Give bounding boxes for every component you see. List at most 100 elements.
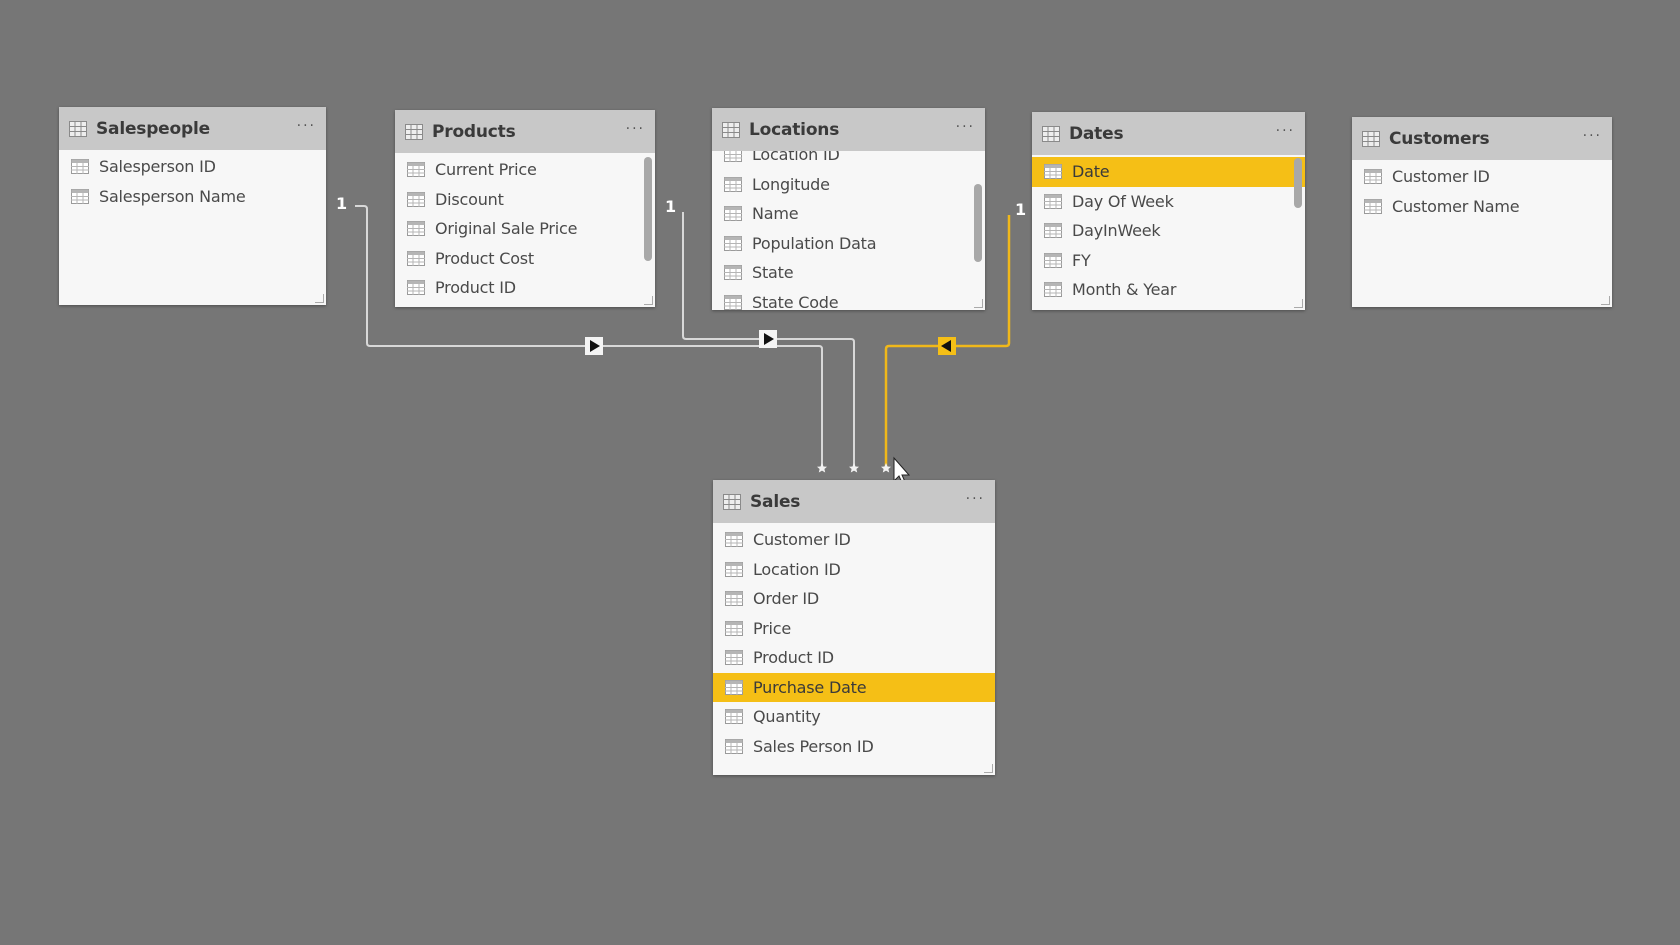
field-name: Salesperson Name [99, 186, 246, 206]
field-item[interactable]: State [712, 258, 985, 288]
table-icon [1042, 126, 1060, 142]
star-icon [817, 463, 827, 473]
table-header[interactable]: Customers ··· [1352, 117, 1612, 160]
field-name: Purchase Date [753, 677, 867, 697]
column-icon [725, 650, 743, 666]
field-item[interactable]: Name [712, 199, 985, 229]
field-item[interactable]: State Code [712, 288, 985, 310]
field-name: Product ID [435, 278, 516, 298]
table-header[interactable]: Products ··· [395, 110, 655, 153]
more-options-icon[interactable]: ··· [1583, 128, 1602, 150]
field-item[interactable]: Product ID [713, 643, 995, 673]
field-item[interactable]: Quantity [713, 702, 995, 732]
field-item[interactable]: DayInWeek [1032, 216, 1305, 246]
field-item[interactable]: Date [1032, 157, 1305, 187]
resize-handle[interactable] [1294, 299, 1303, 308]
field-list: Salesperson ID Salesperson Name [59, 150, 326, 305]
field-name: Location ID [752, 151, 840, 165]
field-item[interactable]: FY [1032, 246, 1305, 276]
table-header[interactable]: Locations ··· [712, 108, 985, 151]
field-name: State Code [752, 292, 839, 310]
field-item[interactable]: Month & Year [1032, 275, 1305, 305]
column-icon [1364, 198, 1382, 214]
table-card-sales[interactable]: Sales ··· Customer ID Location ID Order … [713, 480, 995, 775]
field-list: Customer ID Location ID Order ID Price P… [713, 523, 995, 775]
table-icon [405, 124, 423, 140]
column-icon [407, 280, 425, 296]
field-name: State [752, 263, 794, 283]
scrollbar[interactable] [1294, 158, 1302, 208]
more-options-icon[interactable]: ··· [966, 491, 985, 513]
field-name: DayInWeek [1072, 221, 1161, 241]
more-options-icon[interactable]: ··· [1276, 123, 1295, 145]
field-name: Customer ID [1392, 167, 1490, 187]
table-card-dates[interactable]: Dates ··· Date Day Of Week DayInWeek FY … [1032, 112, 1305, 310]
column-icon [725, 561, 743, 577]
table-icon [69, 121, 87, 137]
field-item[interactable]: Discount [395, 185, 655, 215]
table-card-customers[interactable]: Customers ··· Customer ID Customer Name [1352, 117, 1612, 307]
more-options-icon[interactable]: ··· [297, 118, 316, 140]
table-header[interactable]: Salespeople ··· [59, 107, 326, 150]
field-item[interactable]: Salesperson ID [59, 152, 326, 182]
table-card-products[interactable]: Products ··· Current Price Discount Orig… [395, 110, 655, 307]
field-item[interactable]: Sales Person ID [713, 732, 995, 762]
field-name: Name [752, 204, 799, 224]
table-title: Customers [1389, 128, 1490, 149]
scrollbar[interactable] [644, 157, 652, 261]
star-icon [881, 463, 891, 473]
column-icon [1044, 193, 1062, 209]
field-item[interactable]: Price [713, 614, 995, 644]
column-icon [725, 532, 743, 548]
field-name: Order ID [753, 589, 819, 609]
column-icon [407, 250, 425, 266]
scrollbar[interactable] [974, 184, 982, 262]
field-name: Product Cost [435, 248, 535, 268]
field-name: Quantity [753, 707, 821, 727]
resize-handle[interactable] [984, 764, 993, 773]
table-card-locations[interactable]: Locations ··· Location ID Longitude Name… [712, 108, 985, 310]
field-item[interactable]: Order ID [713, 584, 995, 614]
more-options-icon[interactable]: ··· [626, 121, 645, 143]
field-item[interactable]: Current Price [395, 155, 655, 185]
table-title: Sales [750, 491, 801, 512]
resize-handle[interactable] [315, 294, 324, 303]
field-item[interactable]: Customer ID [1352, 162, 1612, 192]
field-name: Customer Name [1392, 196, 1520, 216]
field-name: Month & Year [1072, 280, 1177, 300]
field-item[interactable]: Customer ID [713, 525, 995, 555]
field-item[interactable]: Day Of Week [1032, 187, 1305, 217]
column-icon [725, 620, 743, 636]
field-item[interactable]: Purchase Date [713, 672, 995, 702]
one-cardinality-label: 1 [1015, 200, 1027, 219]
field-name: Population Data [752, 233, 877, 253]
field-name: Longitude [752, 174, 830, 194]
field-item[interactable]: Salesperson Name [59, 182, 326, 212]
table-icon [1362, 131, 1380, 147]
field-item[interactable]: Original Sale Price [395, 214, 655, 244]
column-icon [1364, 169, 1382, 185]
resize-handle[interactable] [1601, 296, 1610, 305]
field-item[interactable]: Longitude [712, 170, 985, 200]
field-list: Location ID Longitude Name Population Da… [712, 151, 985, 310]
table-header[interactable]: Sales ··· [713, 480, 995, 523]
resize-handle[interactable] [974, 299, 983, 308]
field-item[interactable]: Location ID [712, 151, 985, 170]
table-card-salespeople[interactable]: Salespeople ··· Salesperson ID Salespers… [59, 107, 326, 305]
field-item[interactable]: Location ID [713, 555, 995, 585]
more-options-icon[interactable]: ··· [956, 119, 975, 141]
column-icon [725, 738, 743, 754]
column-icon [407, 221, 425, 237]
field-item[interactable]: Population Data [712, 229, 985, 259]
field-item[interactable]: Customer Name [1352, 192, 1612, 222]
field-name: Location ID [753, 559, 841, 579]
resize-handle[interactable] [644, 296, 653, 305]
column-icon [71, 159, 89, 175]
field-item[interactable]: Product Cost [395, 244, 655, 274]
table-icon [722, 122, 740, 138]
field-item[interactable]: Product ID [395, 273, 655, 303]
field-name: Discount [435, 189, 504, 209]
table-header[interactable]: Dates ··· [1032, 112, 1305, 155]
column-icon [725, 709, 743, 725]
field-name: Original Sale Price [435, 219, 578, 239]
